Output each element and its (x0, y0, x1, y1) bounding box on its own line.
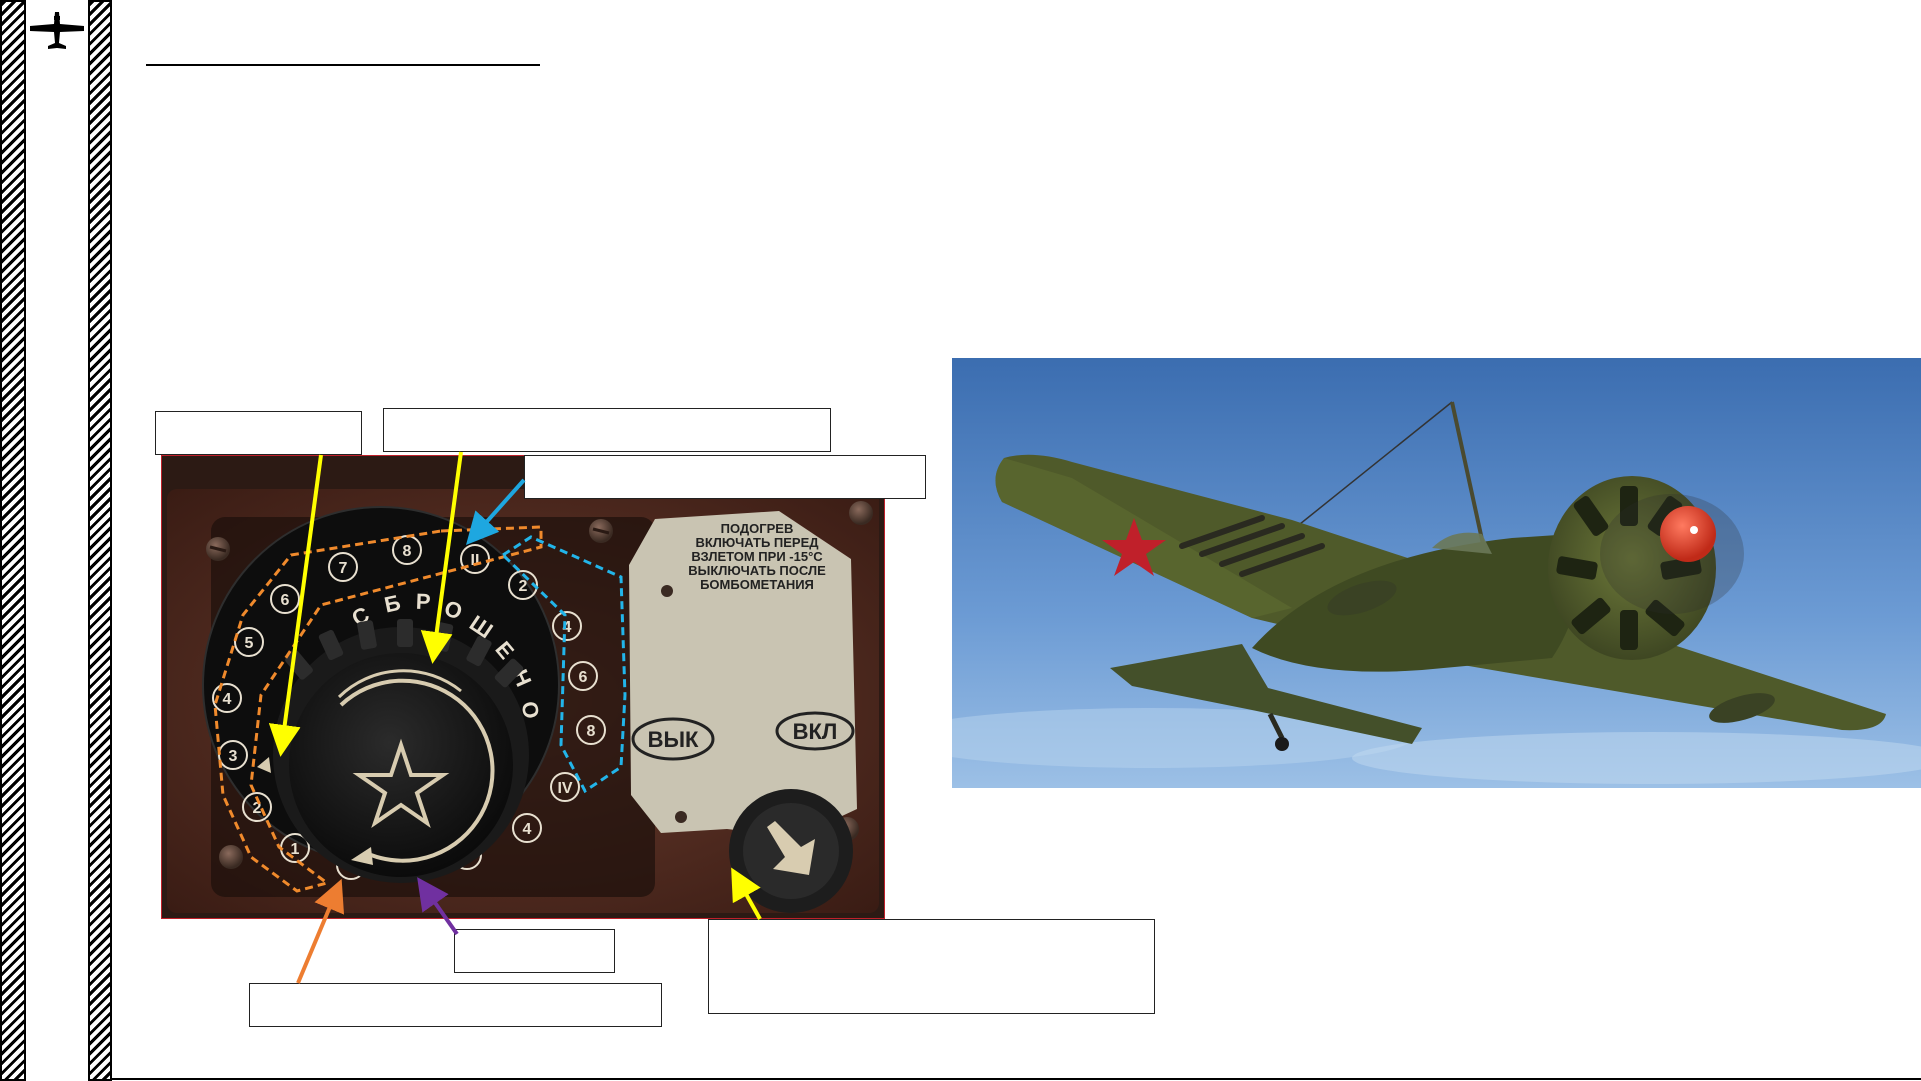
callout-top-right (524, 455, 926, 499)
screw-icon (849, 501, 873, 525)
svg-text:3: 3 (229, 748, 238, 765)
svg-text:6: 6 (281, 592, 290, 609)
svg-text:8: 8 (403, 543, 412, 560)
svg-text:ВЫК: ВЫК (648, 727, 699, 752)
svg-text:ВЗЛЕТОМ ПРИ -15°С: ВЗЛЕТОМ ПРИ -15°С (691, 549, 823, 564)
svg-text:ВКЛ: ВКЛ (793, 719, 838, 744)
callout-bottom-mid (454, 929, 615, 973)
svg-text:ПОДОГРЕВ: ПОДОГРЕВ (721, 521, 794, 536)
left-hatched-border (0, 0, 26, 1081)
svg-text:4: 4 (523, 821, 532, 838)
callout-top-mid (383, 408, 831, 452)
callout-bottom-left (249, 983, 662, 1027)
svg-text:8: 8 (587, 723, 596, 740)
footer-rule (112, 1078, 1921, 1080)
svg-text:7: 7 (339, 560, 348, 577)
svg-text:II: II (471, 552, 480, 569)
aircraft-photo (952, 358, 1921, 788)
svg-text:5: 5 (245, 635, 254, 652)
propeller-spinner (1660, 506, 1716, 562)
title-underline (146, 64, 540, 66)
release-dial-knob (289, 653, 513, 877)
svg-text:4: 4 (223, 691, 232, 708)
callout-bottom-right (708, 919, 1155, 1014)
callout-top-left (155, 411, 362, 455)
right-hatched-border (88, 0, 112, 1081)
airplane-silhouette-icon (30, 12, 84, 49)
screw-icon (219, 845, 243, 869)
svg-text:ВКЛЮЧАТЬ ПЕРЕД: ВКЛЮЧАТЬ ПЕРЕД (695, 535, 819, 550)
svg-text:Р: Р (415, 589, 431, 614)
svg-text:2: 2 (519, 578, 528, 595)
bomb-release-panel-image: 123 456 78 II 2468 IV48 IIII С Б Р О Ш Е… (161, 455, 885, 919)
svg-text:IV: IV (557, 780, 572, 797)
svg-text:БОМБОМЕТАНИЯ: БОМБОМЕТАНИЯ (700, 577, 814, 592)
svg-text:ВЫКЛЮЧАТЬ ПОСЛЕ: ВЫКЛЮЧАТЬ ПОСЛЕ (688, 563, 826, 578)
svg-text:6: 6 (579, 669, 588, 686)
